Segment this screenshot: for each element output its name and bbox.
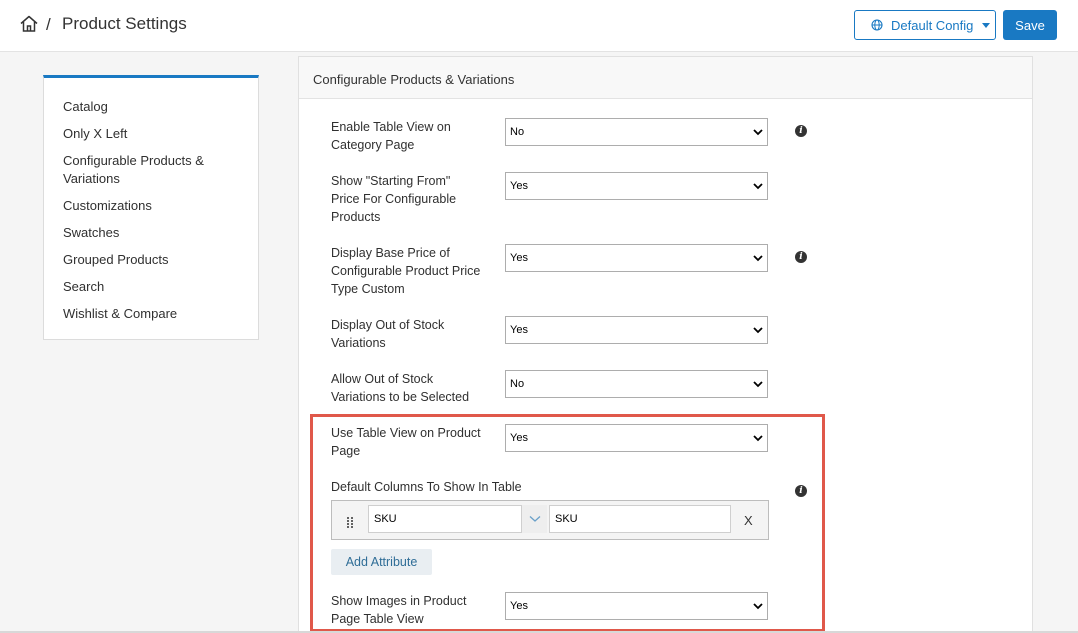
- drag-handle-icon[interactable]: [346, 516, 354, 528]
- sidebar-item-wishlist-compare[interactable]: Wishlist & Compare: [63, 305, 243, 323]
- scope-config-button[interactable]: Default Config: [854, 10, 996, 40]
- chevron-down-icon: [753, 327, 763, 334]
- select-value: Yes: [510, 600, 528, 612]
- select-show-images[interactable]: Yes: [505, 592, 768, 620]
- select-value: Yes: [510, 252, 528, 264]
- info-icon[interactable]: i: [795, 485, 807, 497]
- info-icon[interactable]: i: [795, 251, 807, 263]
- save-button[interactable]: Save: [1003, 10, 1057, 40]
- select-value: Yes: [510, 324, 528, 336]
- chevron-down-icon: [753, 255, 763, 262]
- globe-icon: [871, 19, 883, 31]
- remove-column-button[interactable]: X: [744, 513, 753, 528]
- select-value: Yes: [510, 180, 528, 192]
- chevron-down-icon: [753, 435, 763, 442]
- chevron-down-icon: [753, 183, 763, 190]
- field-label-show-images: Show Images in Product Page Table View: [331, 594, 467, 626]
- page-header: / Product Settings Default Config Save: [0, 0, 1078, 52]
- field-label-out-of-stock-variations: Display Out of Stock Variations: [331, 318, 445, 350]
- home-icon[interactable]: [19, 14, 39, 34]
- column-attribute-value: SKU: [374, 513, 397, 525]
- select-table-view-product[interactable]: Yes: [505, 424, 768, 452]
- select-value: No: [510, 126, 525, 138]
- select-out-of-stock-variations[interactable]: Yes: [505, 316, 768, 344]
- sidebar-item-search[interactable]: Search: [63, 278, 243, 296]
- select-base-price[interactable]: Yes: [505, 244, 768, 272]
- select-allow-out-of-stock[interactable]: No: [505, 370, 768, 398]
- breadcrumb-separator: /: [46, 15, 51, 34]
- panel-title: Configurable Products & Variations: [313, 72, 515, 87]
- settings-sidebar: Catalog Only X Left Configurable Product…: [43, 75, 259, 340]
- add-attribute-button[interactable]: Add Attribute: [331, 549, 432, 575]
- column-attribute-select[interactable]: SKU: [368, 505, 546, 533]
- select-table-view-category[interactable]: No: [505, 118, 768, 146]
- select-value: No: [510, 378, 525, 390]
- column-attribute-dropdown[interactable]: [521, 505, 547, 533]
- select-value: Yes: [510, 432, 528, 444]
- sidebar-item-grouped-products[interactable]: Grouped Products: [63, 251, 243, 269]
- chevron-down-icon: [753, 129, 763, 136]
- panel-header: Configurable Products & Variations: [299, 57, 1032, 99]
- chevron-down-icon: [529, 516, 540, 522]
- sidebar-item-customizations[interactable]: Customizations: [63, 197, 243, 215]
- column-title-value: SKU: [555, 513, 578, 525]
- caret-down-icon: [982, 22, 991, 28]
- select-starting-from-price[interactable]: Yes: [505, 172, 768, 200]
- field-label-table-view-product: Use Table View on Product Page: [331, 426, 481, 458]
- settings-panel: Configurable Products & Variations Enabl…: [298, 56, 1033, 633]
- sidebar-item-only-x-left[interactable]: Only X Left: [63, 125, 243, 143]
- column-title-input[interactable]: SKU: [549, 505, 731, 533]
- sidebar-item-swatches[interactable]: Swatches: [63, 224, 243, 242]
- sidebar-item-configurable-products[interactable]: Configurable Products & Variations: [63, 152, 213, 188]
- page-title: Product Settings: [62, 14, 187, 33]
- column-row: SKU SKU X: [331, 500, 769, 540]
- field-label-base-price: Display Base Price of Configurable Produ…: [331, 246, 481, 296]
- sidebar-item-catalog[interactable]: Catalog: [63, 98, 243, 116]
- chevron-down-icon: [753, 381, 763, 388]
- field-label-default-columns: Default Columns To Show In Table: [331, 480, 522, 494]
- chevron-down-icon: [753, 603, 763, 610]
- scope-config-label: Default Config: [891, 17, 974, 33]
- field-label-table-view-category: Enable Table View on Category Page: [331, 120, 451, 152]
- field-label-allow-out-of-stock: Allow Out of Stock Variations to be Sele…: [331, 372, 470, 404]
- field-label-starting-from-price: Show "Starting From" Price For Configura…: [331, 174, 457, 224]
- info-icon[interactable]: i: [795, 125, 807, 137]
